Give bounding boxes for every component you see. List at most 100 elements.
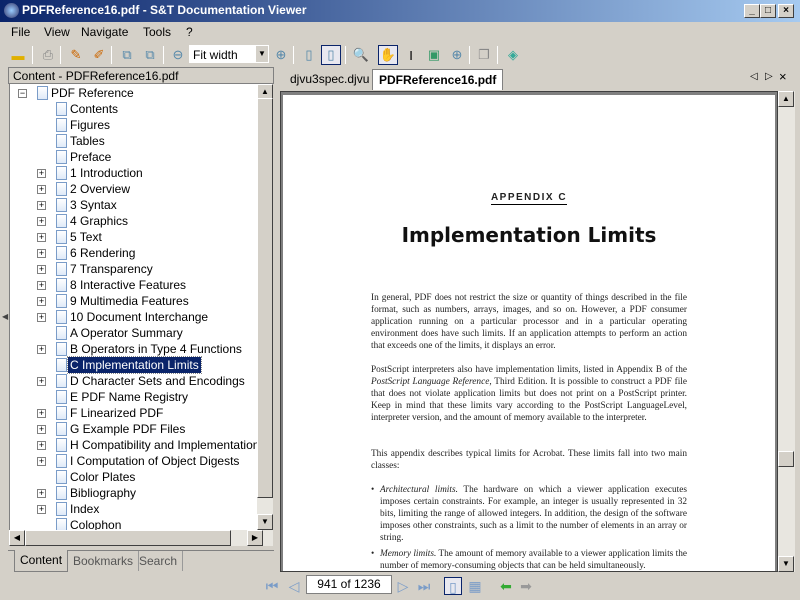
tab-next-icon[interactable]: ▷ [765, 71, 773, 82]
close-button[interactable]: × [778, 4, 794, 18]
tree-item[interactable]: Colophon [10, 517, 257, 530]
import-icon[interactable]: ⧉ [140, 45, 160, 65]
print-icon[interactable]: ⎙ [38, 45, 58, 65]
expand-icon[interactable]: + [37, 297, 46, 306]
expand-icon[interactable]: + [37, 281, 46, 290]
open-folder-icon[interactable]: ▬ [8, 45, 28, 65]
tree-item[interactable]: +8 Interactive Features [10, 277, 257, 293]
expand-icon[interactable]: + [37, 377, 46, 386]
annotate-icon[interactable]: ✎ [66, 45, 86, 65]
tree-item[interactable]: + H Compatibility and Implementation Note… [10, 437, 257, 453]
tree-item[interactable]: +10 Document Interchange [10, 309, 257, 325]
expand-icon[interactable]: + [37, 233, 46, 242]
tree-item[interactable]: +7 Transparency [10, 261, 257, 277]
tree-item[interactable]: +9 Multimedia Features [10, 293, 257, 309]
tree-item[interactable]: + I Computation of Object Digests [10, 453, 257, 469]
scroll-thumb[interactable] [257, 98, 273, 498]
expand-icon[interactable]: + [37, 425, 46, 434]
hand-tool-icon[interactable]: ✋ [378, 45, 398, 65]
image-select-icon[interactable]: ▣ [424, 45, 444, 65]
export-icon[interactable]: ⧉ [117, 45, 137, 65]
expand-icon[interactable]: + [37, 265, 46, 274]
expand-icon[interactable]: + [37, 185, 46, 194]
expand-icon[interactable]: + [37, 217, 46, 226]
close-tab-icon[interactable]: × [779, 69, 787, 84]
tree-item[interactable]: + D Character Sets and Encodings [10, 373, 257, 389]
tree-item[interactable]: + F Linearized PDF [10, 405, 257, 421]
tree-item[interactable]: Contents [10, 101, 257, 117]
expand-icon[interactable]: + [37, 201, 46, 210]
document-vertical-scrollbar[interactable]: ▲ ▼ [778, 91, 795, 572]
collapse-pane-icon[interactable]: ◀ [2, 312, 8, 321]
menu-view[interactable]: View [44, 25, 70, 39]
two-page-view-icon[interactable]: ▦ [466, 577, 484, 595]
expand-icon[interactable]: + [37, 441, 46, 450]
menu-navigate[interactable]: Navigate [81, 25, 128, 39]
menu-file[interactable]: File [11, 25, 30, 39]
tree-item[interactable]: Color Plates [10, 469, 257, 485]
previous-page-icon[interactable]: ◁ [285, 577, 303, 595]
page-number-input[interactable]: 941 of 1236 [306, 575, 392, 594]
scroll-up-icon[interactable]: ▲ [778, 91, 794, 107]
chevron-down-icon[interactable]: ▼ [256, 46, 268, 62]
zoom-select-icon[interactable]: ⊕ [447, 45, 467, 65]
tree-item[interactable]: Figures [10, 117, 257, 133]
tree-item[interactable]: +4 Graphics [10, 213, 257, 229]
find-icon[interactable]: 🔍 [351, 45, 371, 65]
expand-icon[interactable]: + [37, 457, 46, 466]
document-view[interactable]: APPENDIX C Implementation Limits In gene… [280, 91, 778, 572]
tree-item[interactable]: + B Operators in Type 4 Functions [10, 341, 257, 357]
expand-icon[interactable]: + [37, 169, 46, 178]
tree-item[interactable]: + Index [10, 501, 257, 517]
single-page-view-icon[interactable]: ▯ [444, 577, 462, 595]
web-icon[interactable]: ◈ [503, 45, 523, 65]
zoom-out-icon[interactable]: ⊖ [168, 45, 188, 65]
scroll-down-icon[interactable]: ▼ [257, 514, 273, 530]
menu-help[interactable]: ? [186, 25, 193, 39]
expand-icon[interactable]: + [37, 345, 46, 354]
text-select-icon[interactable]: I [401, 45, 421, 65]
expand-icon[interactable]: + [37, 313, 46, 322]
collapse-icon[interactable]: − [18, 89, 27, 98]
tab-content[interactable]: Content [14, 550, 69, 572]
tree-item[interactable]: − PDF Reference [10, 85, 257, 101]
single-page-icon[interactable]: ▯ [299, 45, 319, 65]
scroll-thumb[interactable] [25, 530, 231, 546]
zoom-in-icon[interactable]: ⊕ [271, 45, 291, 65]
highlight-icon[interactable]: ✐ [89, 45, 109, 65]
tree-item[interactable]: + Bibliography [10, 485, 257, 501]
tab-pdfreference16[interactable]: PDFReference16.pdf [372, 69, 504, 90]
tree-item[interactable]: A Operator Summary [10, 325, 257, 341]
scroll-left-icon[interactable]: ◀ [9, 530, 25, 546]
tab-bookmarks[interactable]: Bookmarks [68, 551, 140, 571]
tab-prev-icon[interactable]: ◁ [750, 71, 758, 82]
maximize-button[interactable]: □ [760, 4, 776, 18]
scroll-down-icon[interactable]: ▼ [778, 556, 794, 572]
tree-vertical-scrollbar[interactable]: ▲ ▼ [257, 84, 273, 530]
menu-tools[interactable]: Tools [143, 25, 171, 39]
minimize-button[interactable]: _ [744, 4, 760, 18]
tree-item[interactable]: +3 Syntax [10, 197, 257, 213]
forward-icon[interactable]: ➡ [517, 577, 535, 595]
expand-icon[interactable]: + [37, 505, 46, 514]
tree-item[interactable]: +5 Text [10, 229, 257, 245]
last-page-icon[interactable]: ⏭ [415, 577, 433, 595]
scroll-right-icon[interactable]: ▶ [247, 530, 263, 546]
tab-search[interactable]: Search [134, 551, 184, 571]
first-page-icon[interactable]: ⏮ [263, 577, 281, 595]
tree-item[interactable]: Tables [10, 133, 257, 149]
next-page-icon[interactable]: ▷ [394, 577, 412, 595]
tab-djvu3spec[interactable]: djvu3spec.djvu [284, 69, 375, 90]
zoom-select[interactable]: Fit width ▼ [189, 45, 269, 63]
tree-item[interactable]: Preface [10, 149, 257, 165]
tree-item[interactable]: C Implementation Limits [10, 356, 257, 374]
tree-item[interactable]: +1 Introduction [10, 165, 257, 181]
scroll-thumb[interactable] [778, 451, 794, 467]
tree-item[interactable]: + G Example PDF Files [10, 421, 257, 437]
tree-item[interactable]: +6 Rendering [10, 245, 257, 261]
back-icon[interactable]: ⬅ [497, 577, 515, 595]
tree-item[interactable]: +2 Overview [10, 181, 257, 197]
copy-icon[interactable]: ❐ [474, 45, 494, 65]
expand-icon[interactable]: + [37, 409, 46, 418]
expand-icon[interactable]: + [37, 249, 46, 258]
